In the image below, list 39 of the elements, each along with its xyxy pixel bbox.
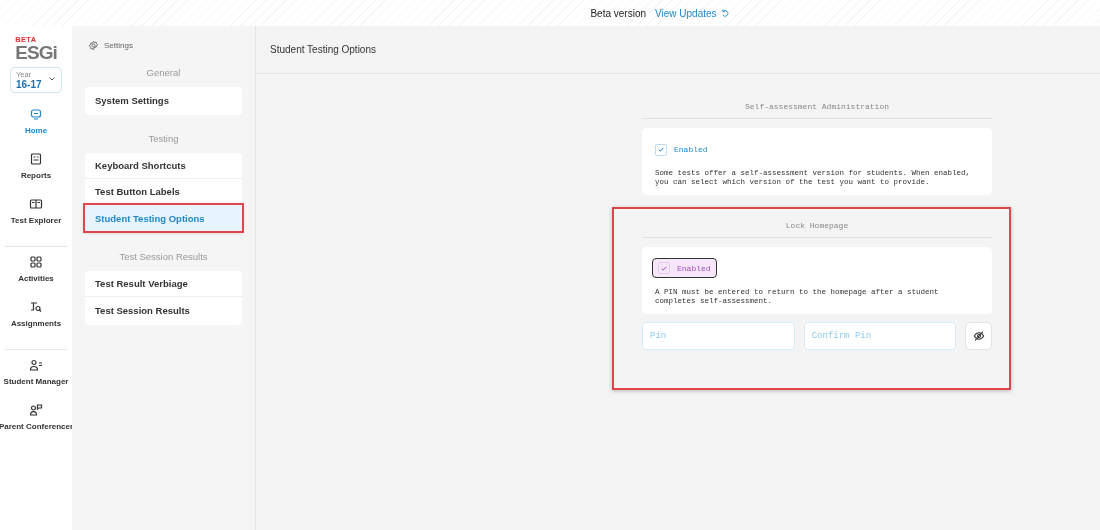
settings-item[interactable]: System Settings bbox=[85, 87, 242, 113]
pin-field[interactable]: Pin bbox=[642, 322, 795, 350]
visibility-toggle[interactable] bbox=[965, 322, 992, 350]
enabled-checkbox[interactable]: Enabled bbox=[655, 143, 708, 156]
pin-field[interactable]: Confirm Pin bbox=[803, 322, 957, 350]
version-label: Beta version bbox=[590, 7, 647, 19]
settings-title: Settings bbox=[104, 41, 133, 50]
section-title: Self-assessment Administration bbox=[642, 102, 992, 119]
nav-item[interactable]: Test Explorer bbox=[10, 197, 62, 242]
nav-item[interactable]: Assignments bbox=[10, 300, 62, 345]
group-heading: Test Session Results bbox=[118, 251, 209, 262]
nav-item[interactable]: Home bbox=[24, 107, 48, 152]
section-title: Lock Homepage bbox=[642, 220, 992, 238]
view-updates-link[interactable]: View Updates bbox=[655, 7, 730, 19]
page-title: Student Testing Options bbox=[270, 44, 376, 55]
settings-item[interactable]: Student Testing Options bbox=[85, 205, 242, 231]
gear-icon bbox=[88, 40, 99, 51]
refresh-icon bbox=[719, 8, 730, 18]
settings-item[interactable]: Keyboard Shortcuts bbox=[85, 153, 242, 179]
enabled-checkbox[interactable]: Enabled bbox=[652, 258, 717, 278]
check-icon bbox=[658, 147, 664, 152]
group-heading: General bbox=[145, 67, 182, 78]
nav-item[interactable]: Student Manager bbox=[3, 358, 69, 403]
person-list-icon bbox=[29, 358, 43, 372]
grid-icon bbox=[29, 255, 43, 269]
eye-off-icon bbox=[972, 330, 985, 342]
group-heading: Testing bbox=[147, 133, 180, 144]
list-search-icon bbox=[29, 300, 43, 314]
nav-item[interactable]: Activities bbox=[18, 255, 54, 300]
check-icon bbox=[661, 265, 667, 271]
settings-item[interactable]: Test Result Verbiage bbox=[85, 271, 242, 297]
nav-item[interactable]: Reports bbox=[20, 152, 52, 197]
nav-item[interactable]: Parent Conferencer bbox=[0, 403, 74, 448]
settings-item[interactable]: Test Session Results bbox=[85, 297, 242, 323]
book-icon bbox=[29, 197, 43, 211]
caret-icon bbox=[49, 77, 55, 81]
report-icon bbox=[29, 152, 43, 166]
monitor-icon bbox=[29, 107, 43, 121]
person-chat-icon bbox=[29, 403, 43, 417]
